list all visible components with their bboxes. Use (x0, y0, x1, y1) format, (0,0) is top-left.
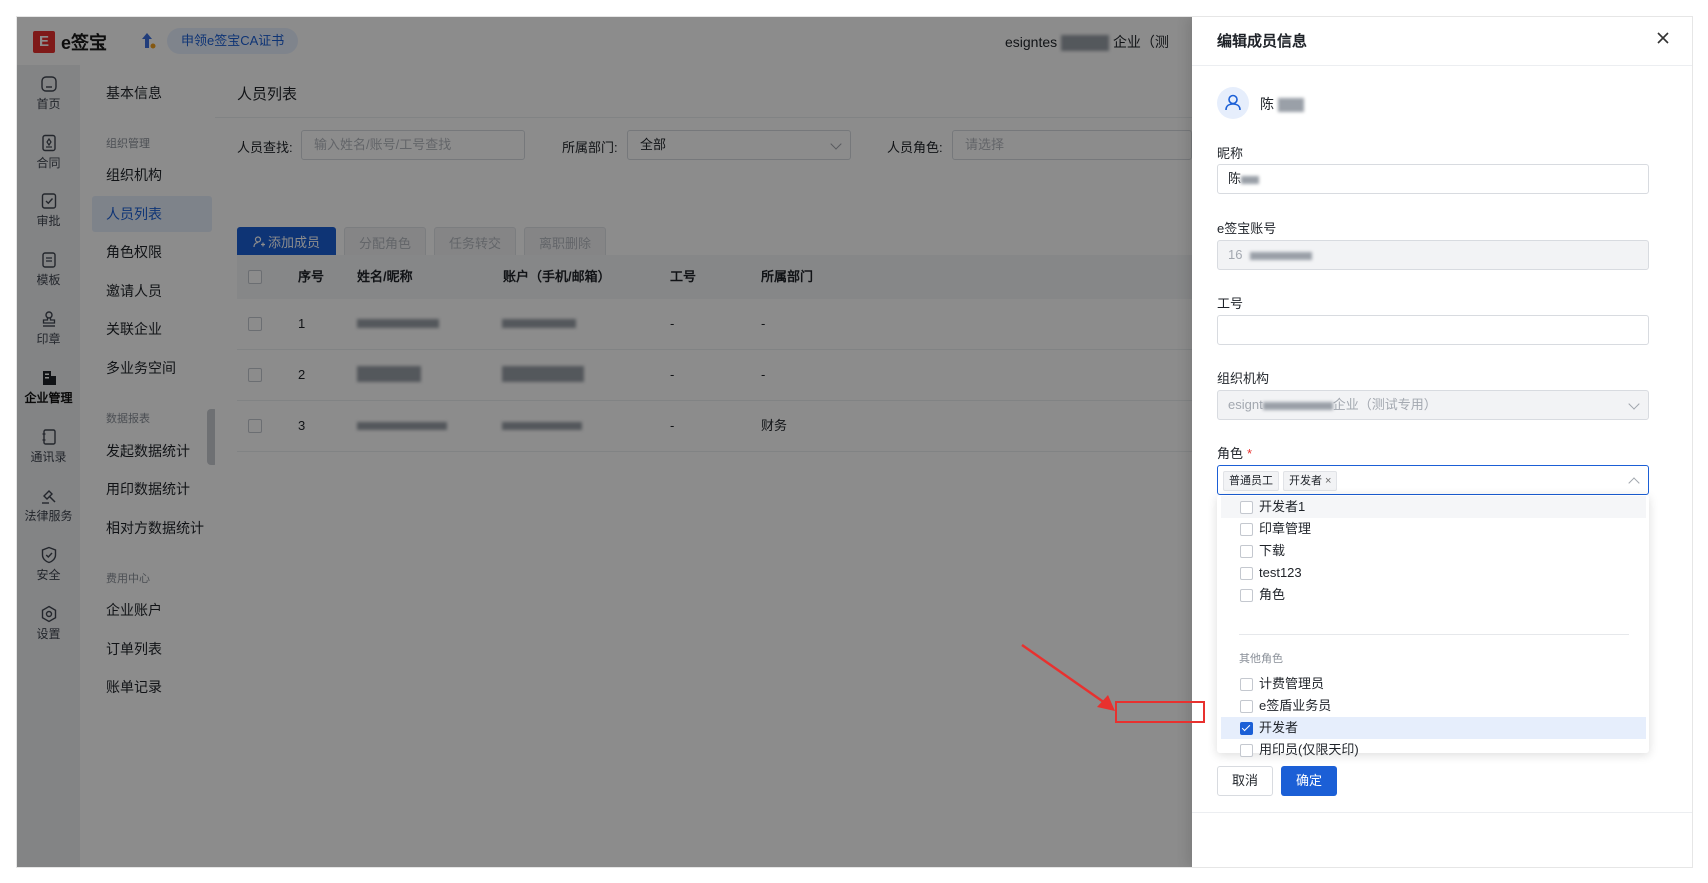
required-mark: * (1247, 446, 1253, 461)
option-checkbox (1240, 545, 1253, 558)
option-checkbox-checked (1240, 722, 1253, 735)
nickname-value: 陈 (1228, 171, 1242, 186)
member-name: 陈 (1260, 94, 1304, 114)
chevron-up-icon (1628, 477, 1640, 489)
option-label: 开发者1 (1259, 499, 1306, 514)
account-value: 16 (1228, 247, 1243, 262)
role-option[interactable]: e签盾业务员 (1221, 695, 1646, 717)
role-option[interactable]: 计费管理员 (1221, 673, 1646, 695)
role-option[interactable]: 印章管理 (1221, 518, 1646, 540)
tag-remove-icon[interactable]: × (1325, 475, 1331, 487)
blurred-text (1241, 175, 1260, 184)
org-prefix: esignt (1228, 397, 1263, 412)
role-select[interactable]: 普通员工 开发者 × (1217, 465, 1649, 495)
close-icon[interactable] (1654, 29, 1672, 47)
blurred-text (1262, 401, 1333, 410)
role-option-selected[interactable]: 开发者 (1221, 717, 1646, 739)
avatar (1217, 87, 1249, 119)
option-label: 用印员(仅限天印) (1259, 742, 1359, 757)
role-tag: 普通员工 (1223, 470, 1279, 491)
cancel-button[interactable]: 取消 (1217, 766, 1273, 796)
edit-member-drawer: 编辑成员信息 陈 昵称 陈 e签宝账号 16 工号 组织机构 esignt 企业（… (1192, 17, 1692, 867)
role-tag-label: 开发者 (1289, 474, 1322, 487)
drawer-footer-divider (1192, 812, 1692, 813)
option-checkbox (1240, 678, 1253, 691)
org-select[interactable]: esignt 企业（测试专用） (1217, 390, 1649, 420)
role-dropdown: 开发者1 印章管理 下载 test123 角色 其他角色 计费管理员 e签盾业务… (1217, 495, 1649, 757)
nickname-field[interactable]: 陈 (1217, 164, 1649, 194)
job-no-field[interactable] (1217, 315, 1649, 345)
role-option[interactable]: 下载 (1221, 540, 1646, 562)
org-suffix: 企业（测试专用） (1332, 397, 1437, 412)
role-tag-label: 普通员工 (1229, 474, 1273, 487)
role-tag: 开发者 × (1283, 470, 1338, 491)
chevron-down-icon (1628, 398, 1640, 410)
role-option[interactable]: test123 (1221, 562, 1646, 584)
option-checkbox (1240, 589, 1253, 602)
option-label: test123 (1259, 565, 1302, 580)
job-no-label: 工号 (1217, 296, 1244, 311)
app-window: E e签宝 申领e签宝CA证书 esigntes 企业（测 首页 合同 审批 模… (17, 17, 1692, 867)
annotation-arrow (1021, 643, 1115, 711)
role-option[interactable]: 用印员(仅限天印) (1221, 739, 1646, 761)
member-name-initial: 陈 (1260, 96, 1274, 112)
annotation-highlight-box (1115, 701, 1205, 723)
dropdown-divider (1239, 634, 1629, 635)
nickname-label: 昵称 (1217, 146, 1244, 161)
option-label: 角色 (1259, 587, 1286, 602)
option-label: 印章管理 (1259, 521, 1312, 536)
blurred-text (1277, 98, 1304, 113)
option-label: 计费管理员 (1259, 676, 1325, 691)
account-label: e签宝账号 (1217, 221, 1277, 236)
role-option[interactable]: 角色 (1221, 584, 1646, 606)
option-checkbox (1240, 567, 1253, 580)
org-label: 组织机构 (1217, 371, 1270, 386)
option-checkbox (1240, 501, 1253, 514)
option-label: 下载 (1259, 543, 1286, 558)
blurred-text (1250, 251, 1313, 260)
role-option[interactable]: 开发者1 (1221, 496, 1646, 518)
divider (1192, 65, 1692, 66)
role-label-text: 角色 (1217, 446, 1244, 461)
dropdown-group-label: 其他角色 (1239, 653, 1283, 665)
role-label: 角色 * (1217, 443, 1252, 462)
confirm-button[interactable]: 确定 (1281, 766, 1337, 796)
account-field: 16 (1217, 240, 1649, 270)
drawer-title: 编辑成员信息 (1217, 33, 1308, 50)
option-checkbox (1240, 523, 1253, 536)
modal-overlay[interactable] (17, 17, 1192, 867)
option-label: 开发者 (1259, 720, 1299, 735)
option-checkbox (1240, 744, 1253, 757)
user-icon (1225, 94, 1241, 111)
option-label: e签盾业务员 (1259, 698, 1332, 713)
option-checkbox (1240, 700, 1253, 713)
